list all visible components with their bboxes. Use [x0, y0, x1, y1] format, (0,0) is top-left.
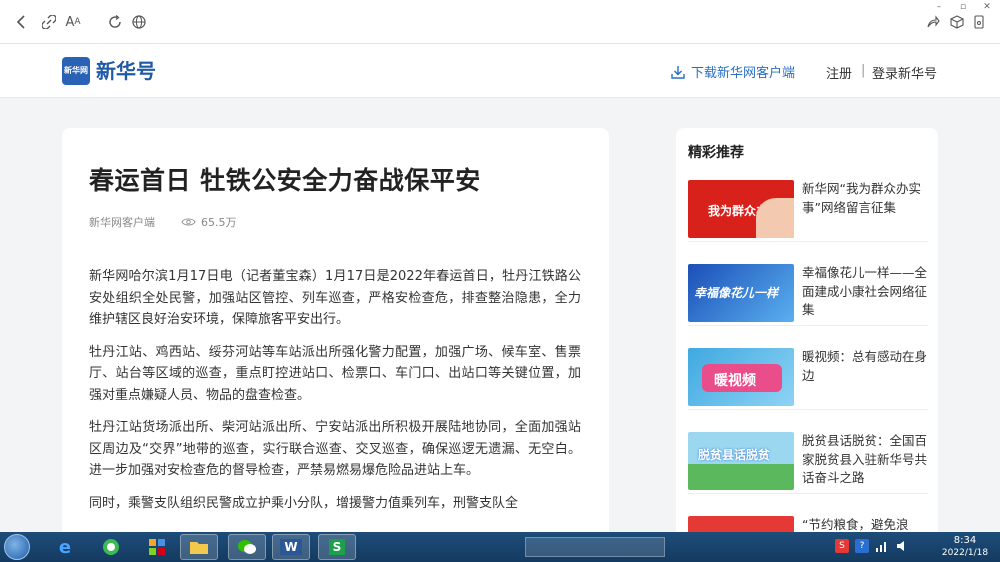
recommend-item[interactable]: 幸福像花儿一样 幸福像花儿一样——全面建成小康社会网络征集: [688, 260, 928, 326]
recommend-item[interactable]: 暖视频 暖视频：总有感动在身边: [688, 344, 928, 410]
browser-toolbar: AA – ▫ ✕: [0, 0, 1000, 44]
article-source[interactable]: 新华网客户端: [89, 214, 155, 230]
help-icon[interactable]: ?: [855, 539, 869, 553]
system-tray: S ?: [835, 539, 909, 553]
article-title: 春运首日 牡铁公安全力奋战保平安: [89, 166, 481, 195]
share-icon[interactable]: [924, 13, 942, 31]
recommend-item[interactable]: 我为群众办实事 新华网“我为群众办实事”网络留言征集: [688, 176, 928, 242]
app-grid-icon[interactable]: [138, 534, 176, 560]
back-icon[interactable]: [12, 13, 30, 31]
network-icon[interactable]: [875, 539, 889, 553]
minimize-icon[interactable]: –: [932, 2, 946, 12]
view-count-value: 65.5万: [201, 216, 237, 229]
taskbar-input-box[interactable]: [525, 537, 665, 557]
link-icon[interactable]: [40, 13, 58, 31]
clock-time: 8:34: [953, 535, 977, 546]
recommend-title[interactable]: 脱贫县话脱贫：全国百家脱贫县入驻新华号共话奋斗之路: [802, 432, 930, 488]
recommend-item[interactable]: 脱贫县话脱贫 脱贫县话脱贫：全国百家脱贫县入驻新华号共话奋斗之路: [688, 428, 928, 494]
article-meta: 新华网客户端 65.5万: [89, 214, 237, 230]
article-paragraph: 同时，乘警支队组织民警成立护乘小分队，增援警力值乘列车，刑警支队全: [89, 495, 519, 511]
recommend-title[interactable]: 暖视频：总有感动在身边: [802, 348, 930, 385]
download-app-link[interactable]: 下载新华网客户端: [670, 62, 795, 81]
login-link[interactable]: 登录新华号: [872, 63, 937, 82]
file-explorer-icon[interactable]: [180, 534, 218, 560]
sidebar-title: 精彩推荐: [688, 145, 744, 161]
globe-icon[interactable]: [130, 13, 148, 31]
thumb-caption: 脱贫县话脱贫: [698, 448, 771, 462]
register-link[interactable]: 注册: [826, 63, 852, 82]
download-icon: [671, 65, 685, 79]
article-paragraph: 牡丹江站货场派出所、柴河站派出所、宁安站派出所积极开展陆地协同，全面加强站区周边…: [89, 420, 581, 478]
site-name[interactable]: 新华号: [96, 57, 156, 85]
view-count: 65.5万: [181, 214, 237, 230]
volume-icon[interactable]: [895, 539, 909, 553]
recommendation-sidebar: 精彩推荐 我为群众办实事 新华网“我为群众办实事”网络留言征集 幸福像花儿一样 …: [676, 128, 938, 548]
recommend-thumbnail[interactable]: 我为群众办实事: [688, 180, 794, 238]
recommend-thumbnail[interactable]: 脱贫县话脱贫: [688, 432, 794, 490]
taskbar-clock[interactable]: 8:34 2022/1/18: [936, 534, 994, 560]
header-separator: |: [861, 63, 866, 78]
site-header: 新华网 新华号 下载新华网客户端 注册 | 登录新华号: [0, 44, 1000, 98]
thumb-caption: 暖视频: [714, 373, 756, 389]
recommend-title[interactable]: 新华网“我为群众办实事”网络留言征集: [802, 180, 930, 217]
bookmark-icon[interactable]: [970, 13, 988, 31]
wechat-icon[interactable]: [228, 534, 266, 560]
recommend-thumbnail[interactable]: 暖视频: [688, 348, 794, 406]
close-icon[interactable]: ✕: [980, 2, 994, 12]
restore-icon[interactable]: ▫: [956, 2, 970, 12]
word-icon[interactable]: W: [272, 534, 310, 560]
xinhua-logo[interactable]: 新华网: [62, 57, 90, 85]
ie-icon[interactable]: e: [46, 534, 84, 560]
article-body: 新华网哈尔滨1月17日电（记者董宝森）1月17日是2022年春运首日，牡丹江铁路…: [89, 266, 581, 525]
wps-sheet-icon[interactable]: S: [318, 534, 356, 560]
recommend-title[interactable]: 幸福像花儿一样——全面建成小康社会网络征集: [802, 264, 930, 320]
article-paragraph: 新华网哈尔滨1月17日电（记者董宝森）1月17日是2022年春运首日，牡丹江铁路…: [89, 269, 581, 327]
article-paragraph: 牡丹江站、鸡西站、绥芬河站等车站派出所强化警力配置，加强广场、候车室、售票厅、站…: [89, 344, 581, 403]
article-card: 春运首日 牡铁公安全力奋战保平安 新华网客户端 65.5万 新华网哈尔滨1月17…: [62, 128, 609, 548]
windows-taskbar: e W S S ? 8:34 2022/1/18: [0, 532, 1000, 562]
360-browser-icon[interactable]: [92, 534, 130, 560]
font-size-icon[interactable]: AA: [64, 13, 82, 31]
refresh-icon[interactable]: [106, 13, 124, 31]
clock-date: 2022/1/18: [941, 548, 989, 558]
eye-icon: [181, 218, 196, 226]
download-label: 下载新华网客户端: [691, 66, 796, 81]
recommend-thumbnail[interactable]: 幸福像花儿一样: [688, 264, 794, 322]
thumb-caption: 幸福像花儿一样: [694, 286, 779, 300]
sogou-ime-icon[interactable]: S: [835, 539, 849, 553]
cube-icon[interactable]: [948, 13, 966, 31]
start-button[interactable]: [4, 534, 30, 560]
